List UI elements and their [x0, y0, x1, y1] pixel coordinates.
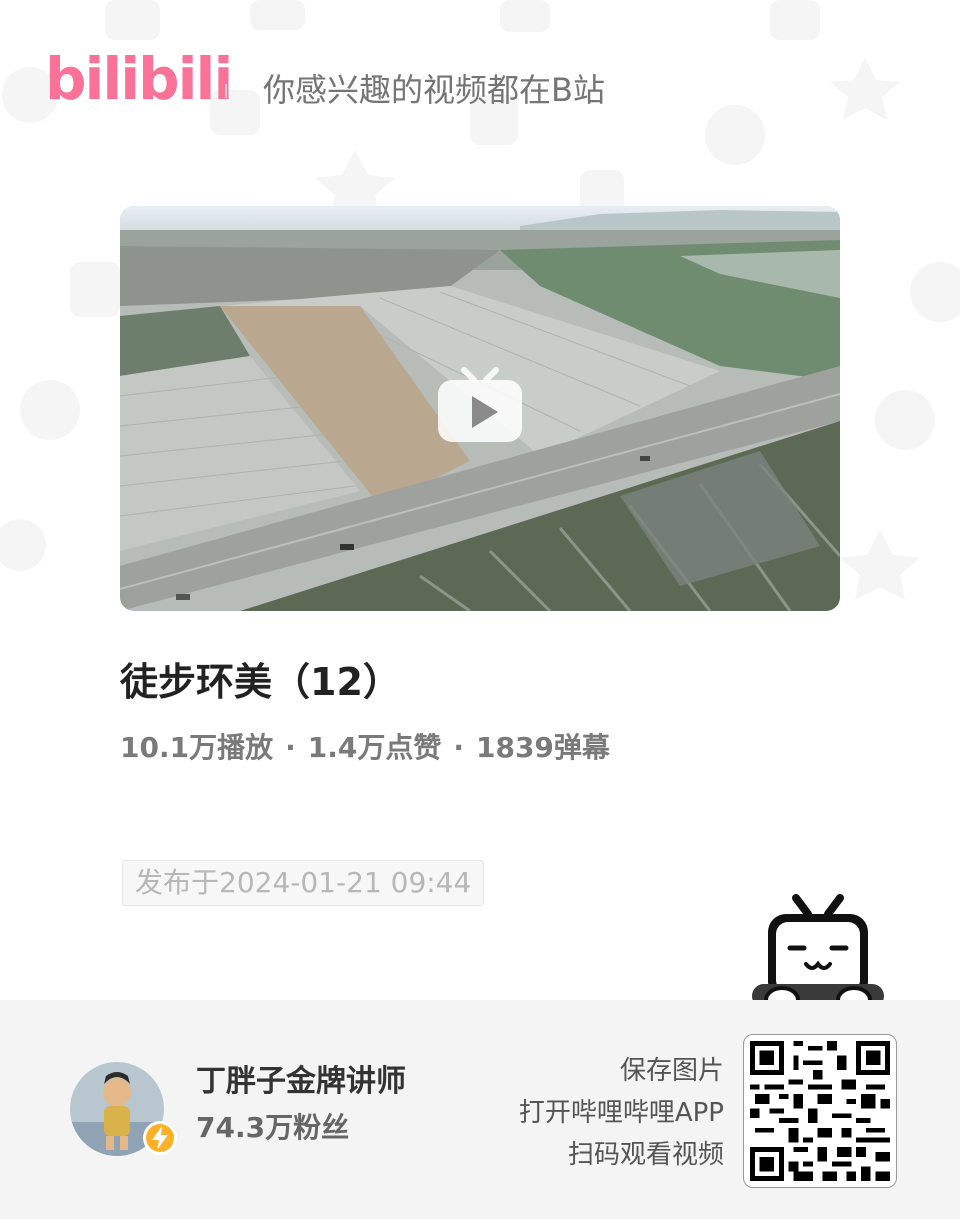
- danmaku-count: 1839弹幕: [475, 731, 610, 764]
- scan-instructions: 保存图片 打开哔哩哔哩APP 扫码观看视频: [519, 1050, 724, 1176]
- video-stats: 10.1万播放 · 1.4万点赞 · 1839弹幕: [120, 728, 610, 768]
- play-button[interactable]: [436, 366, 524, 444]
- header: bilibili 你感兴趣的视频都在B站: [45, 40, 925, 130]
- slogan: 你感兴趣的视频都在B站: [263, 71, 605, 109]
- stats-separator: ·: [285, 731, 296, 764]
- play-count: 10.1万播放: [120, 731, 274, 764]
- header-divider: [225, 84, 227, 98]
- lightning-badge-icon: [142, 1120, 178, 1156]
- fan-count: 74.3万粉丝: [196, 1111, 350, 1144]
- video-title: 徒步环美（12）: [120, 660, 401, 704]
- bilibili-logo: bilibili: [45, 45, 233, 113]
- video-thumbnail[interactable]: [120, 206, 840, 611]
- play-icon: [438, 367, 522, 442]
- cta-scan-code: 扫码观看视频: [567, 1140, 724, 1170]
- stats-separator: ·: [453, 731, 464, 764]
- uploader-name[interactable]: 丁胖子金牌讲师: [196, 1062, 406, 1102]
- publish-date: 发布于2024-01-21 09:44: [122, 860, 485, 906]
- qr-code-icon: [750, 1041, 890, 1181]
- cta-open-app: 打开哔哩哔哩APP: [518, 1098, 724, 1128]
- qr-code[interactable]: [743, 1034, 897, 1188]
- share-footer: 丁胖子金牌讲师 74.3万粉丝 保存图片 打开哔哩哔哩APP 扫码观看视频: [0, 1000, 960, 1219]
- cta-save-image: 保存图片: [619, 1056, 724, 1086]
- like-count: 1.4万点赞: [307, 731, 442, 764]
